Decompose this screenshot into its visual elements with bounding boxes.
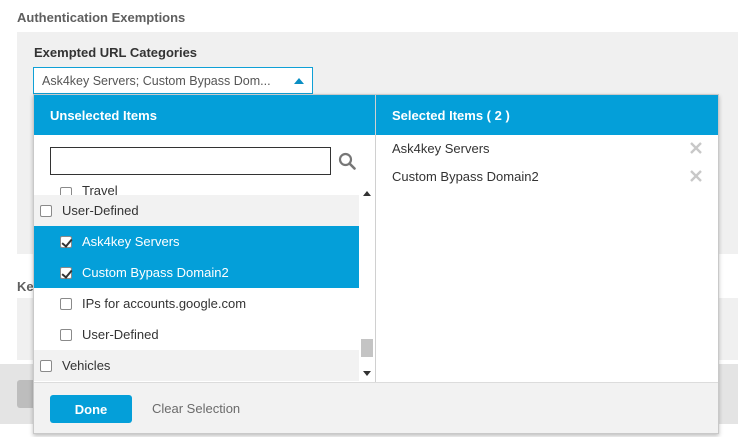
list-item[interactable]: User-Defined (34, 319, 359, 350)
unselected-items-header: Unselected Items (34, 95, 375, 135)
selected-item-label: Custom Bypass Domain2 (392, 168, 539, 184)
list-item-label: Vehicles (62, 358, 111, 373)
list-item-label: IPs for accounts.google.com (82, 296, 247, 311)
list-item-label: User-Defined (82, 327, 159, 342)
list-item[interactable]: IPs for accounts.google.com (34, 288, 359, 319)
close-icon[interactable] (690, 142, 702, 154)
close-icon[interactable] (690, 170, 702, 182)
scroll-down-arrow[interactable] (363, 371, 371, 376)
done-button[interactable]: Done (50, 395, 132, 423)
field-label: Exempted URL Categories (34, 45, 198, 60)
selected-items-header: Selected Items ( 2 ) (376, 95, 718, 135)
checkbox[interactable] (40, 204, 52, 217)
checkbox[interactable] (40, 359, 52, 372)
clear-selection-link[interactable]: Clear Selection (152, 401, 240, 416)
checkbox[interactable] (60, 235, 72, 248)
select-value: Ask4key Servers; Custom Bypass Dom... (42, 73, 271, 88)
selected-item-label: Ask4key Servers (392, 140, 490, 156)
list-item[interactable]: Custom Bypass Domain2 (34, 257, 359, 288)
url-categories-select[interactable]: Ask4key Servers; Custom Bypass Dom... (33, 67, 313, 94)
column-divider (375, 95, 376, 382)
scroll-thumb[interactable] (361, 339, 373, 357)
list-item[interactable]: User-Defined (34, 195, 359, 226)
checkbox[interactable] (60, 266, 72, 279)
checkbox[interactable] (60, 328, 72, 341)
multiselect-dropdown: Unselected Items Selected Items ( 2 ) Tr… (33, 94, 719, 434)
list-item-label: User-Defined (62, 203, 139, 218)
caret-up-icon[interactable] (294, 77, 304, 84)
checkbox[interactable] (60, 297, 72, 310)
list-item[interactable]: Travel (34, 185, 359, 199)
scroll-up-arrow[interactable] (363, 191, 371, 196)
selected-item: Custom Bypass Domain2 (392, 164, 712, 188)
section-title-partial: Ke (17, 279, 34, 294)
section-title: Authentication Exemptions (17, 10, 186, 25)
list-item[interactable]: Vehicles (34, 350, 359, 381)
search-icon[interactable] (338, 152, 356, 170)
search-input[interactable] (50, 147, 331, 175)
list-scrollbar[interactable] (359, 185, 375, 382)
category-list: Travel User-Defined Ask4key Servers Custom … (34, 185, 359, 382)
list-item-label: Ask4key Servers (82, 234, 180, 249)
selected-item: Ask4key Servers (392, 136, 712, 160)
dropdown-footer: Done Clear Selection (34, 382, 718, 433)
list-item-label: Custom Bypass Domain2 (82, 265, 229, 280)
search-wrapper (50, 147, 331, 175)
list-item[interactable]: Ask4key Servers (34, 226, 359, 257)
